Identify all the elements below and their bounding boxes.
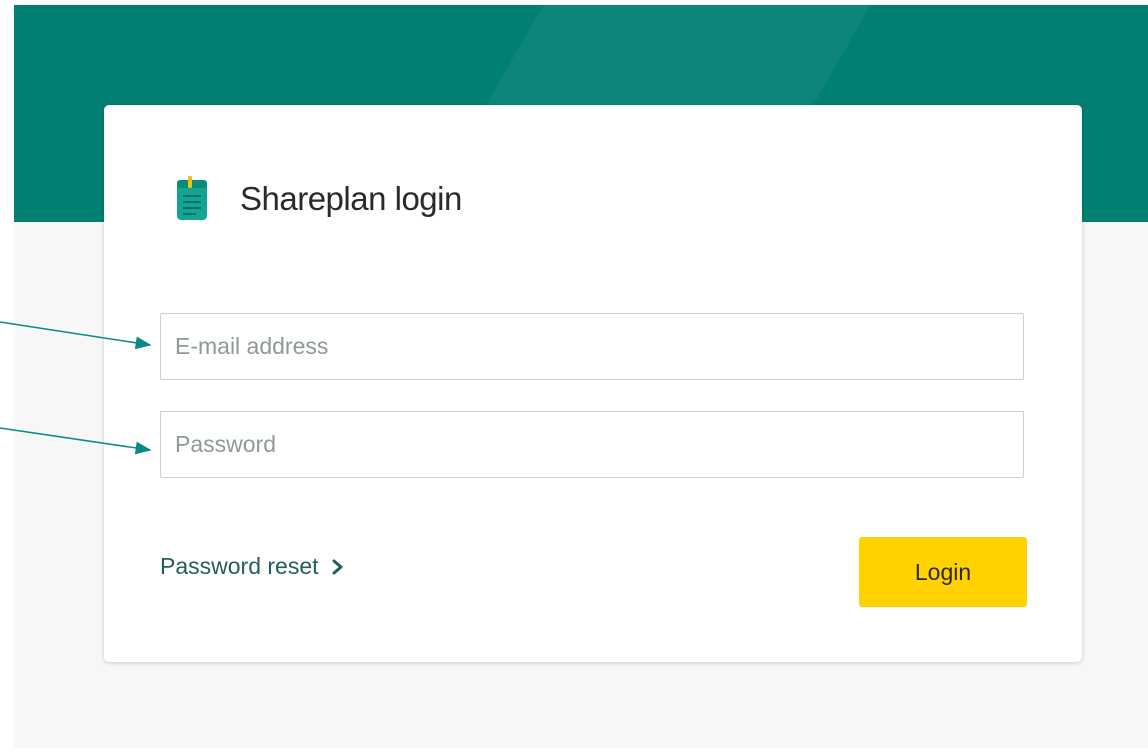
card-title-row: Shareplan login [174,173,462,225]
login-button[interactable]: Login [859,537,1027,607]
email-input[interactable] [161,314,1023,379]
chevron-right-icon [332,559,343,574]
notepad-icon [177,176,207,220]
password-input[interactable] [161,412,1023,477]
password-reset-link[interactable]: Password reset [160,553,345,580]
password-field[interactable] [160,411,1024,478]
page-title: Shareplan login [240,180,462,217]
login-card: Shareplan login Password reset Login [104,105,1082,662]
screenshot-stage: Shareplan login Password reset Login [0,0,1148,753]
login-page: Shareplan login Password reset Login [14,5,1148,748]
email-field[interactable] [160,313,1024,380]
password-reset-label: Password reset [160,553,319,579]
